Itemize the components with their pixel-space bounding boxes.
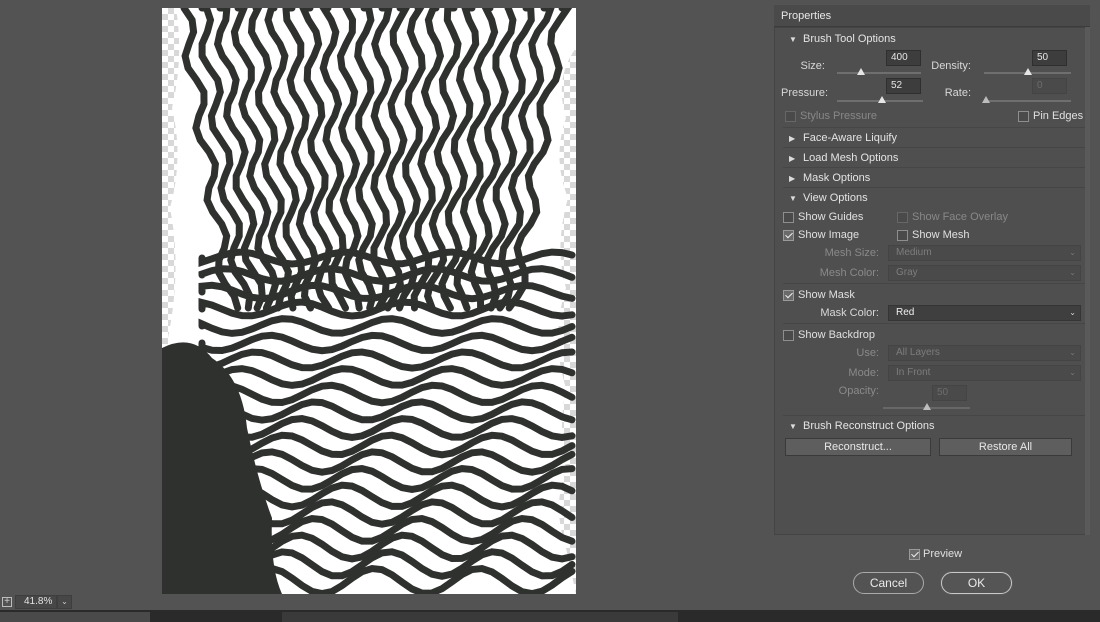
section-label: Load Mesh Options: [803, 152, 899, 164]
show-backdrop-label: Show Backdrop: [798, 329, 876, 341]
mask-color-value: Red: [896, 307, 915, 318]
mesh-size-label: Mesh Size:: [824, 247, 879, 259]
pressure-label: Pressure:: [781, 87, 829, 99]
mode-select: In Front ⌄: [888, 365, 1081, 381]
opacity-slider-thumb: [922, 403, 931, 410]
triangle-down-icon: ▼: [789, 422, 797, 431]
divider: [783, 415, 1089, 416]
divider: [783, 187, 1089, 188]
stylus-pressure-label: Stylus Pressure: [800, 110, 878, 122]
preview-checkbox[interactable]: [909, 549, 920, 560]
mesh-size-value: Medium: [896, 247, 932, 258]
chevron-down-icon: ⌄: [1069, 248, 1076, 257]
size-slider[interactable]: [837, 72, 921, 74]
zoom-level-field[interactable]: 41.8%: [15, 595, 57, 609]
panel-title: Properties: [774, 5, 1090, 27]
document-image[interactable]: [162, 8, 576, 594]
cancel-button[interactable]: Cancel: [853, 572, 924, 594]
rate-label: Rate:: [944, 87, 971, 99]
pressure-slider-thumb[interactable]: [877, 96, 886, 103]
restore-all-button[interactable]: Restore All: [939, 438, 1072, 456]
size-label: Size:: [800, 60, 825, 72]
density-slider-thumb[interactable]: [1023, 68, 1032, 75]
use-label: Use:: [856, 347, 879, 359]
ok-button[interactable]: OK: [941, 572, 1012, 594]
strip-thumbnail: [0, 612, 150, 622]
zoom-dropdown-icon[interactable]: ⌄: [57, 595, 72, 609]
opacity-field: 50: [932, 385, 967, 401]
section-face-aware-liquify[interactable]: ▶ Face-Aware Liquify: [789, 130, 897, 146]
chevron-down-icon: ⌄: [1069, 368, 1076, 377]
mask-color-select[interactable]: Red ⌄: [888, 305, 1081, 321]
size-field[interactable]: 400: [886, 50, 921, 66]
section-label: View Options: [803, 192, 868, 204]
mode-label: Mode:: [848, 367, 879, 379]
mesh-size-select: Medium ⌄: [888, 245, 1081, 261]
use-select: All Layers ⌄: [888, 345, 1081, 361]
section-label: Brush Reconstruct Options: [803, 420, 935, 432]
triangle-right-icon: ▶: [789, 174, 796, 183]
show-guides-checkbox[interactable]: [783, 212, 794, 223]
divider: [783, 127, 1089, 128]
show-image-label: Show Image: [798, 229, 860, 241]
rate-slider-thumb: [982, 96, 990, 103]
opacity-label: Opacity:: [838, 385, 879, 397]
rate-slider: [986, 100, 1071, 102]
show-face-overlay-label: Show Face Overlay: [912, 211, 1008, 223]
show-face-overlay-checkbox: [897, 212, 908, 223]
use-value: All Layers: [896, 347, 940, 358]
section-load-mesh-options[interactable]: ▶ Load Mesh Options: [789, 150, 898, 166]
triangle-down-icon: ▼: [789, 35, 797, 44]
stylus-pressure-checkbox: [785, 111, 796, 122]
section-view-options[interactable]: ▼ View Options: [789, 190, 868, 206]
strip-thumbnail: [282, 612, 678, 622]
properties-content: ▼ Brush Tool Options Size: 400 Density: 5…: [774, 27, 1090, 535]
pin-edges-label: Pin Edges: [1033, 110, 1084, 122]
divider: [783, 147, 1089, 148]
chevron-down-icon: ⌄: [1069, 268, 1076, 277]
section-mask-options[interactable]: ▶ Mask Options: [789, 170, 870, 186]
size-slider-thumb[interactable]: [856, 68, 865, 75]
divider: [783, 283, 1089, 284]
zoom-in-icon[interactable]: +: [2, 597, 12, 607]
mesh-color-value: Gray: [896, 267, 918, 278]
show-mask-checkbox[interactable]: [783, 290, 794, 301]
reconstruct-button[interactable]: Reconstruct...: [785, 438, 931, 456]
show-mesh-label: Show Mesh: [912, 229, 970, 241]
show-backdrop-checkbox[interactable]: [783, 330, 794, 341]
divider: [783, 323, 1089, 324]
show-guides-label: Show Guides: [798, 211, 864, 223]
section-brush-reconstruct-options[interactable]: ▼ Brush Reconstruct Options: [789, 418, 934, 434]
pin-edges-checkbox[interactable]: [1018, 111, 1029, 122]
density-label: Density:: [931, 60, 971, 72]
section-label: Brush Tool Options: [803, 33, 896, 45]
bottom-strip: [0, 610, 1100, 622]
triangle-right-icon: ▶: [789, 154, 796, 163]
pressure-field[interactable]: 52: [886, 78, 921, 94]
mesh-color-select: Gray ⌄: [888, 265, 1081, 281]
preview-label: Preview: [923, 548, 963, 560]
canvas-area[interactable]: [0, 0, 768, 610]
section-brush-tool-options[interactable]: ▼ Brush Tool Options: [789, 31, 896, 47]
show-image-checkbox[interactable]: [783, 230, 794, 241]
chevron-down-icon: ⌄: [1069, 308, 1076, 317]
chevron-down-icon: ⌄: [1069, 348, 1076, 357]
rate-field: 0: [1032, 78, 1067, 94]
status-bar: + 41.8% ⌄: [0, 594, 768, 610]
show-mask-label: Show Mask: [798, 289, 855, 301]
section-label: Face-Aware Liquify: [803, 132, 897, 144]
mode-value: In Front: [896, 367, 931, 378]
show-mesh-checkbox[interactable]: [897, 230, 908, 241]
triangle-down-icon: ▼: [789, 194, 797, 203]
properties-panel: Properties ▼ Brush Tool Options Size: 400…: [768, 0, 1100, 610]
mesh-color-label: Mesh Color:: [819, 267, 879, 279]
triangle-right-icon: ▶: [789, 134, 796, 143]
wavy-stripes-artwork: [162, 8, 576, 594]
section-label: Mask Options: [803, 172, 871, 184]
panel-scrollbar[interactable]: [1085, 27, 1090, 535]
mask-color-label: Mask Color:: [820, 307, 879, 319]
divider: [783, 167, 1089, 168]
density-field[interactable]: 50: [1032, 50, 1067, 66]
